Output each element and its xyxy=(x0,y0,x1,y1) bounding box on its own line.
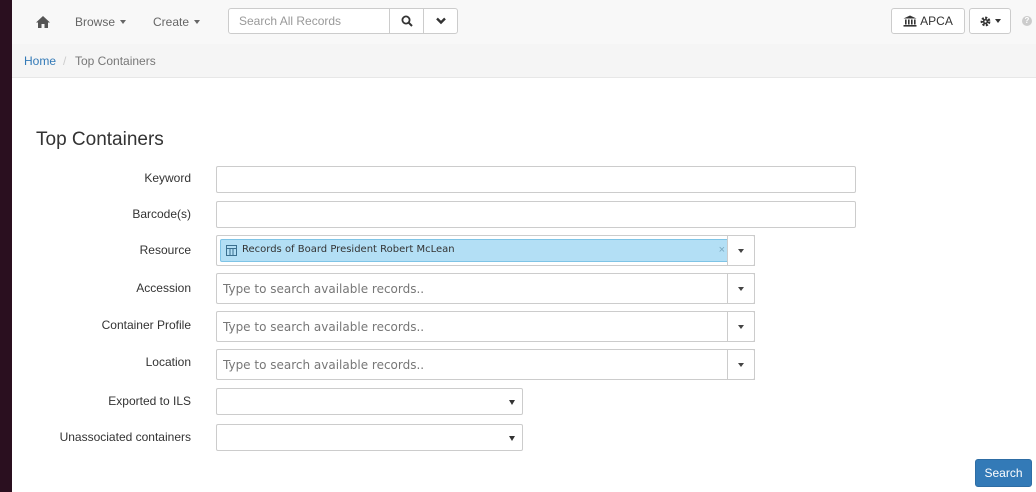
repository-label: APCA xyxy=(920,14,953,28)
caret-down-icon xyxy=(738,286,744,291)
barcodes-label: Barcode(s) xyxy=(132,207,191,221)
caret-down-icon xyxy=(509,436,515,441)
container-profile-dropdown-button[interactable] xyxy=(727,311,755,342)
container-profile-input[interactable] xyxy=(223,312,718,341)
repository-button[interactable]: APCA xyxy=(891,8,965,34)
search-submit-button[interactable] xyxy=(389,8,424,34)
keyword-input[interactable] xyxy=(216,166,856,193)
exported-to-ils-select[interactable] xyxy=(216,388,523,415)
top-navbar: Browse Create APCA xyxy=(12,0,1036,44)
browse-menu-label: Browse xyxy=(75,15,116,29)
advanced-search-toggle[interactable] xyxy=(423,8,458,34)
resource-token: Records of Board President Robert McLean… xyxy=(220,239,732,262)
exported-to-ils-label: Exported to ILS xyxy=(108,394,191,408)
accession-dropdown-button[interactable] xyxy=(727,273,755,304)
resource-label: Resource xyxy=(139,243,191,257)
keyword-label: Keyword xyxy=(144,171,191,185)
accession-field xyxy=(216,273,755,304)
unassociated-containers-select[interactable] xyxy=(216,424,523,451)
accession-input[interactable] xyxy=(223,274,718,303)
help-icon[interactable]: ? xyxy=(1022,16,1032,26)
remove-token-icon[interactable]: × xyxy=(719,244,725,256)
resource-dropdown-button[interactable] xyxy=(727,235,755,266)
caret-down-icon xyxy=(509,400,515,405)
resource-token-label: Records of Board President Robert McLean xyxy=(242,244,455,255)
location-dropdown-button[interactable] xyxy=(727,349,755,380)
caret-down-icon xyxy=(194,20,201,24)
caret-down-icon xyxy=(738,248,744,253)
caret-down-icon xyxy=(995,19,1001,23)
grid-icon xyxy=(226,245,237,256)
location-input[interactable] xyxy=(223,350,718,379)
settings-menu-button[interactable] xyxy=(969,8,1011,34)
location-field xyxy=(216,349,755,380)
gear-icon xyxy=(980,16,991,26)
search-button[interactable]: Search xyxy=(975,459,1032,487)
bank-icon xyxy=(903,15,917,27)
breadcrumb-separator: / xyxy=(63,54,67,68)
barcodes-input[interactable] xyxy=(216,201,856,228)
browse-menu[interactable]: Browse xyxy=(75,15,127,29)
container-profile-field xyxy=(216,311,755,342)
resource-field[interactable]: Records of Board President Robert McLean… xyxy=(216,235,755,266)
home-icon[interactable] xyxy=(34,13,52,31)
breadcrumb: Home / Top Containers xyxy=(12,44,1036,78)
container-profile-label: Container Profile xyxy=(101,318,191,332)
caret-down-icon xyxy=(738,324,744,329)
create-menu[interactable]: Create xyxy=(153,15,201,29)
location-label: Location xyxy=(145,355,191,369)
breadcrumb-home-link[interactable]: Home xyxy=(24,54,56,68)
unassociated-containers-label: Unassociated containers xyxy=(59,430,191,444)
accession-label: Accession xyxy=(136,281,191,295)
caret-down-icon xyxy=(738,362,744,367)
breadcrumb-current: Top Containers xyxy=(75,54,156,68)
caret-down-icon xyxy=(120,20,127,24)
app-window: Browse Create APCA xyxy=(12,0,1036,492)
global-search-input[interactable] xyxy=(228,8,390,34)
page-title: Top Containers xyxy=(36,129,164,150)
chevron-down-icon xyxy=(435,17,446,25)
search-icon xyxy=(401,15,413,27)
create-menu-label: Create xyxy=(153,15,190,29)
